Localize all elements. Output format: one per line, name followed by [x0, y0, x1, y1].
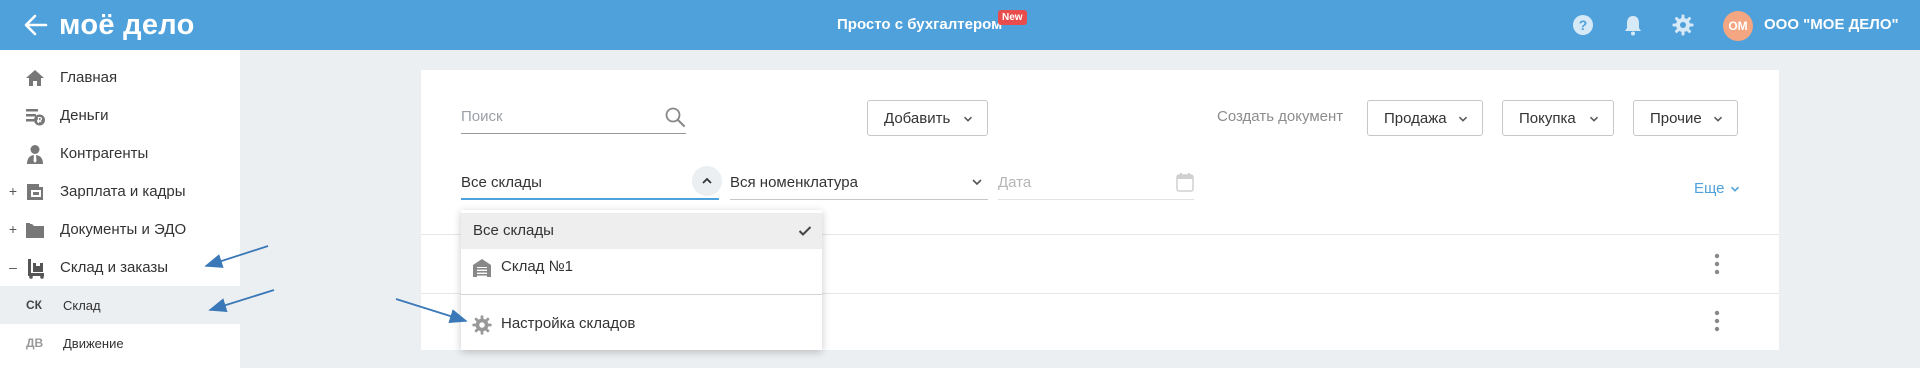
- annotation-arrow: [208, 289, 275, 313]
- annotation-arrows: [204, 245, 468, 324]
- annotation-arrow: [395, 298, 468, 324]
- annotation-arrow: [204, 245, 269, 268]
